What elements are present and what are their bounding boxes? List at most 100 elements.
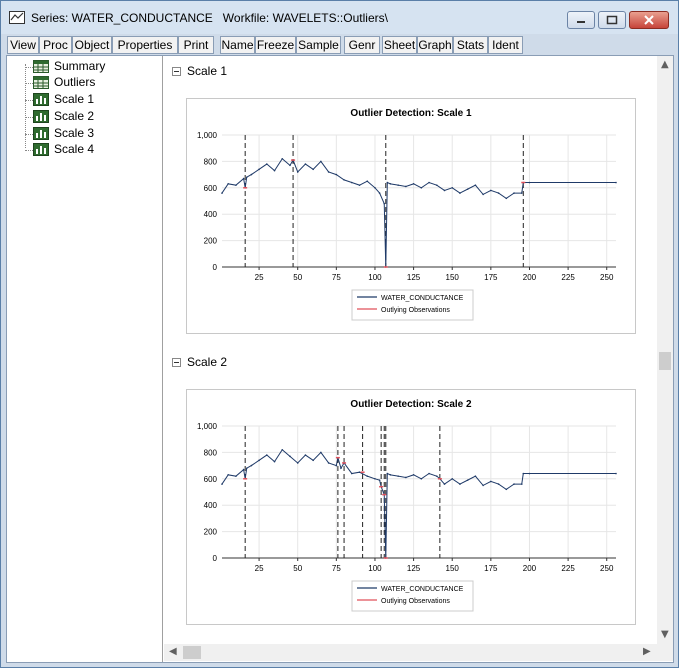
y-tick-label: 800: [204, 157, 218, 166]
horizontal-scrollbar[interactable]: ◀ ▶: [164, 644, 657, 661]
toolbar-sheet-button[interactable]: Sheet: [382, 36, 417, 54]
water-conductance-point: [459, 192, 461, 194]
outlier-chart-scale-1[interactable]: Outlier Detection: Scale 1 0 200 400 600 800 1…: [186, 98, 636, 334]
water-conductance-point: [340, 467, 342, 470]
vertical-scrollbar[interactable]: ▲ ▼: [657, 56, 673, 644]
x-tick-label: 75: [332, 564, 341, 573]
section-title: Scale 2: [187, 355, 228, 369]
toolbar-ident-button[interactable]: Ident: [488, 36, 523, 54]
water-conductance-point: [490, 480, 492, 483]
water-conductance-point: [250, 173, 253, 176]
water-conductance-point: [386, 181, 389, 184]
graph-icon: [33, 110, 49, 123]
scroll-up-icon[interactable]: ▲: [661, 59, 669, 70]
water-conductance-point: [505, 197, 508, 200]
legend-label: WATER_CONDUCTANCE: [381, 586, 464, 593]
tree-item-label: Scale 2: [54, 109, 95, 123]
water-conductance-point: [497, 483, 500, 485]
x-tick-label: 25: [255, 273, 264, 282]
x-tick-label: 100: [368, 273, 382, 282]
y-tick-label: 1,000: [197, 131, 218, 140]
collapse-icon[interactable]: [172, 358, 181, 367]
water-conductance-point: [451, 187, 454, 189]
tree-item-label: Summary: [54, 59, 106, 73]
y-tick-label: 200: [204, 528, 218, 537]
water-conductance-point: [513, 192, 515, 194]
water-conductance-point: [320, 160, 322, 163]
toolbar-freeze-button[interactable]: Freeze: [255, 36, 296, 54]
content-area: Summary Outliers Scale 1 Scale 2 Scale 3 Scal…: [6, 55, 674, 663]
water-conductance-point: [335, 464, 338, 467]
toolbar-genr-button[interactable]: Genr: [344, 36, 380, 54]
water-conductance-point: [420, 478, 423, 480]
x-tick-label: 250: [600, 273, 614, 282]
toolbar-stats-button[interactable]: Stats: [453, 36, 488, 54]
series-window: Series: WATER_CONDUCTANCE Workfile: WAVE…: [0, 0, 679, 668]
y-tick-label: 600: [204, 184, 218, 193]
series-window-icon: [9, 11, 25, 24]
water-conductance-point: [266, 454, 268, 456]
water-conductance-point: [235, 475, 237, 477]
outlier-chart-scale-2[interactable]: Outlier Detection: Scale 2 0 200 400 600 800 1…: [186, 389, 636, 625]
toolbar-proc-button[interactable]: Proc: [39, 36, 72, 54]
x-tick-label: 75: [332, 273, 341, 282]
title-bar[interactable]: Series: WATER_CONDUCTANCE Workfile: WAVE…: [1, 1, 678, 34]
output-tree: Summary Outliers Scale 1 Scale 2 Scale 3 Scal…: [7, 56, 163, 662]
scroll-right-icon[interactable]: ▶: [643, 646, 651, 657]
maximize-button[interactable]: [598, 11, 626, 29]
close-icon: [644, 15, 654, 25]
window-title: Series: WATER_CONDUCTANCE Workfile: WAVE…: [31, 11, 388, 25]
scroll-left-icon[interactable]: ◀: [169, 646, 177, 657]
tree-branch: [25, 67, 33, 68]
x-tick-label: 250: [600, 564, 614, 573]
x-tick-label: 175: [484, 564, 498, 573]
water-conductance-point: [358, 471, 361, 473]
water-conductance-point: [513, 483, 515, 485]
toolbar-object-button[interactable]: Object: [72, 36, 112, 54]
water-conductance-point: [266, 163, 268, 165]
water-conductance-point: [273, 460, 276, 463]
water-conductance-point: [250, 464, 253, 467]
toolbar-print-button[interactable]: Print: [178, 36, 214, 54]
minimize-icon: [577, 21, 585, 23]
minimize-button[interactable]: [567, 11, 595, 29]
x-tick-label: 200: [523, 564, 537, 573]
close-button[interactable]: [629, 11, 669, 29]
water-conductance-point: [366, 475, 369, 477]
water-conductance-point: [258, 168, 260, 171]
tree-item-label: Outliers: [54, 75, 96, 89]
water-conductance-point: [615, 181, 617, 184]
vertical-scroll-thumb[interactable]: [659, 352, 671, 370]
water-conductance-point: [466, 479, 469, 481]
water-conductance-point: [312, 459, 314, 462]
toolbar-properties-button[interactable]: Properties: [112, 36, 178, 54]
water-conductance-point: [242, 468, 245, 471]
water-conductance-point: [296, 171, 299, 173]
x-tick-label: 225: [561, 564, 575, 573]
toolbar-graph-button[interactable]: Graph: [417, 36, 453, 54]
toolbar-view-button[interactable]: View: [7, 36, 39, 54]
water-conductance-point: [405, 185, 407, 188]
chart-svg: Outlier Detection: Scale 1 0 200 400 600 800 1…: [197, 108, 617, 321]
water-conductance-point: [451, 478, 454, 480]
y-tick-label: 600: [204, 475, 218, 484]
water-conductance-point: [482, 484, 484, 487]
scroll-down-icon[interactable]: ▼: [661, 629, 669, 640]
toolbar-sample-button[interactable]: Sample: [296, 36, 341, 54]
water-conductance-point: [397, 184, 399, 186]
toolbar-name-button[interactable]: Name: [220, 36, 255, 54]
graph-icon: [33, 127, 49, 140]
y-tick-label: 400: [204, 210, 218, 219]
horizontal-scroll-thumb[interactable]: [183, 646, 201, 659]
water-conductance-point: [289, 164, 291, 167]
x-tick-label: 125: [407, 273, 421, 282]
water-conductance-point: [335, 173, 338, 176]
water-conductance-point: [528, 181, 531, 184]
collapse-icon[interactable]: [172, 67, 181, 76]
graph-output-pane: Scale 1 Outlier Detection: Scale 1 0 200 400…: [164, 56, 657, 644]
water-conductance-point: [428, 181, 430, 184]
water-conductance-point: [615, 472, 617, 475]
tree-item-label: Scale 4: [54, 142, 95, 156]
y-tick-label: 200: [204, 237, 218, 246]
water-conductance-point: [378, 192, 381, 194]
